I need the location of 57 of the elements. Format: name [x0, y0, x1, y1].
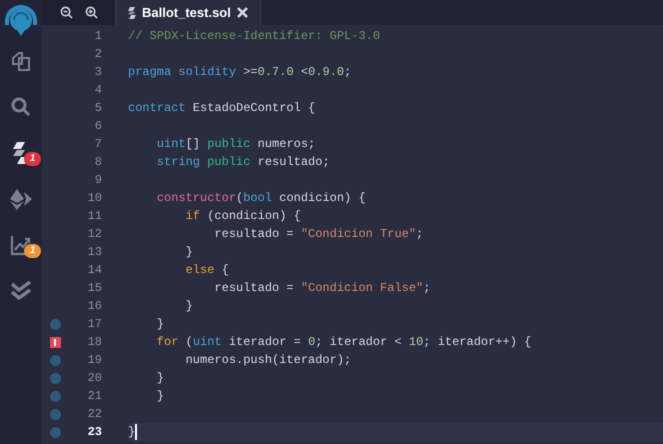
line-number: 13 — [86, 244, 102, 261]
line-number: 3 — [94, 64, 102, 81]
line-number: 18 — [86, 334, 102, 351]
chart-icon — [10, 234, 32, 256]
code-line: constructor(bool condicion) { — [156, 190, 366, 207]
line-number: 15 — [86, 280, 102, 297]
code-line: for (uint iterador = 0; iterador < 10; iterador++) { — [156, 334, 532, 351]
zoom-out-icon — [60, 6, 72, 19]
tab-label: Ballot_test.sol — [142, 4, 231, 22]
line-number: 12 — [86, 226, 102, 243]
code-line: resultado = "Condicion False"; — [213, 280, 430, 297]
line-number: 6 — [94, 118, 102, 135]
notification-badge: 1 — [24, 152, 41, 166]
code-line: numeros.push(iterador); — [184, 352, 352, 369]
code-line: } — [184, 244, 193, 261]
zoom-in-button[interactable] — [84, 6, 98, 19]
line-number: 20 — [86, 370, 102, 387]
zoom-out-button[interactable] — [60, 6, 72, 19]
code-line: resultado = "Condicion True"; — [213, 226, 424, 243]
line-number: 17 — [86, 316, 102, 333]
line-number: 8 — [94, 154, 102, 171]
files-icon — [10, 50, 32, 72]
line-number: 14 — [86, 262, 102, 279]
search-icon — [10, 96, 32, 118]
code-line: if (condicion) { — [184, 208, 301, 225]
file-tab[interactable]: Ballot_test.sol — [116, 0, 261, 25]
line-number: 5 — [94, 100, 102, 117]
code-line: uint[] public numeros; — [156, 136, 316, 153]
notification-badge: 1 — [24, 244, 41, 258]
code-line: } — [184, 298, 193, 315]
line-number: 9 — [94, 172, 102, 189]
code-line: } — [156, 388, 164, 405]
line-number: 4 — [94, 82, 102, 99]
line-number: 2 — [94, 46, 102, 63]
code-line: else { — [184, 262, 229, 279]
double-check-icon — [10, 281, 32, 301]
line-number: 19 — [86, 352, 102, 369]
line-number: 11 — [86, 208, 102, 225]
code-line: } — [156, 370, 164, 387]
solidity-icon — [128, 6, 136, 18]
line-number: 21 — [86, 388, 102, 405]
text-cursor — [135, 424, 138, 440]
line-number: 23 — [86, 424, 102, 441]
zoom-in-icon — [84, 6, 98, 19]
ethereum-icon — [10, 188, 32, 210]
line-number: 10 — [86, 190, 102, 207]
code-line: // SPDX-License-Identifier: GPL-3.0 — [128, 28, 380, 45]
code-line: contract EstadoDeControl { — [128, 100, 316, 117]
close-icon[interactable] — [236, 7, 248, 18]
code-line: } — [128, 424, 136, 441]
line-number: 7 — [94, 136, 102, 153]
line-number: 16 — [86, 298, 102, 315]
line-number: 1 — [94, 28, 102, 45]
line-number: 22 — [86, 406, 102, 423]
code-line: pragma solidity >=0.7.0 <0.9.0; — [128, 64, 352, 81]
code-line: } — [156, 316, 164, 333]
code-line: string public resultado; — [156, 154, 330, 171]
